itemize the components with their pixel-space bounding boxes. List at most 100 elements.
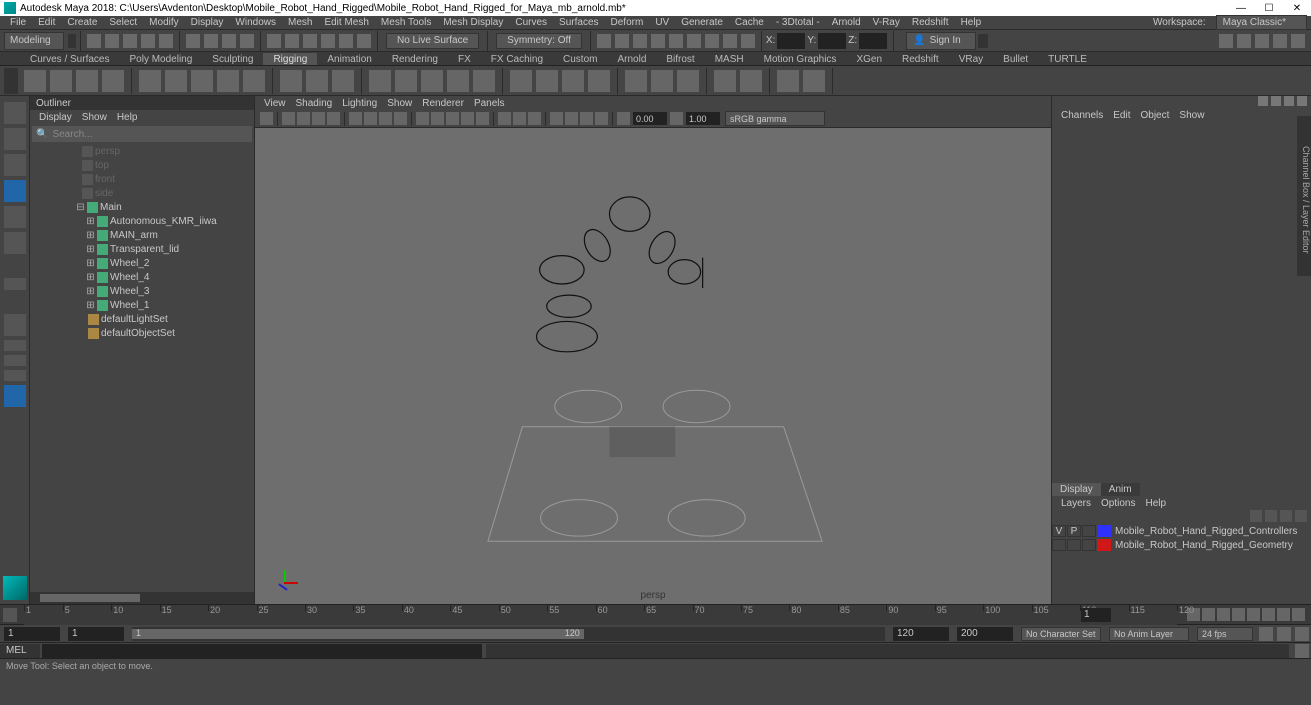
paint-select-icon[interactable]: [222, 34, 236, 48]
shelf-tab-custom[interactable]: Custom: [553, 53, 607, 65]
persp-outliner-layout-icon[interactable]: [4, 385, 26, 407]
shelf-button-0[interactable]: [24, 70, 46, 92]
render-icon[interactable]: [597, 34, 611, 48]
shelf-tab-mash[interactable]: MASH: [705, 53, 754, 65]
layer-type-toggle[interactable]: [1082, 525, 1096, 537]
menu-mesh-display[interactable]: Mesh Display: [437, 17, 509, 28]
minimize-button[interactable]: —: [1227, 0, 1255, 16]
outliner-item[interactable]: ⊞Wheel_2: [30, 256, 254, 270]
render-region-icon[interactable]: [633, 34, 647, 48]
shelf-tab-poly-modeling[interactable]: Poly Modeling: [119, 53, 202, 65]
single-view-icon[interactable]: [4, 340, 26, 351]
shelf-button-17[interactable]: [510, 70, 532, 92]
outliner-item[interactable]: ⊞Wheel_1: [30, 298, 254, 312]
smooth-icon[interactable]: [431, 112, 444, 125]
fps-selector[interactable]: 24 fps: [1197, 627, 1253, 641]
layer-menu-layers[interactable]: Layers: [1056, 498, 1096, 509]
snap-surface-icon[interactable]: [339, 34, 353, 48]
save-scene-icon[interactable]: [123, 34, 137, 48]
step-fwd-key-icon[interactable]: [1277, 608, 1290, 621]
outliner-menu-show[interactable]: Show: [77, 112, 112, 123]
shelf-button-11[interactable]: [332, 70, 354, 92]
menu-edit[interactable]: Edit: [32, 17, 61, 28]
wireframe-icon[interactable]: [416, 112, 429, 125]
menu--3dtotal-[interactable]: - 3Dtotal -: [770, 17, 826, 28]
menu-curves[interactable]: Curves: [509, 17, 553, 28]
shelf-tab-vray[interactable]: VRay: [949, 53, 993, 65]
outliner-search-input[interactable]: 🔍Search...: [32, 126, 252, 142]
prefs-icon[interactable]: [1295, 627, 1309, 641]
layer-menu-options[interactable]: Options: [1096, 498, 1140, 509]
show-lights-icon[interactable]: [550, 112, 563, 125]
open-scene-icon[interactable]: [105, 34, 119, 48]
viewport-menu-show[interactable]: Show: [382, 98, 417, 109]
rotate-tool[interactable]: [4, 206, 26, 228]
isolate-icon[interactable]: [498, 112, 511, 125]
menu-select[interactable]: Select: [103, 17, 143, 28]
outliner-item[interactable]: side: [30, 186, 254, 200]
shelf-button-22[interactable]: [651, 70, 673, 92]
lights-icon[interactable]: [461, 112, 474, 125]
select-tool[interactable]: [4, 102, 26, 124]
show-joints-icon[interactable]: [580, 112, 593, 125]
channel-box-side-tab[interactable]: Channel Box / Layer Editor: [1297, 116, 1311, 276]
shelf-editor-icon[interactable]: [4, 68, 18, 94]
outliner-item[interactable]: defaultObjectSet: [30, 326, 254, 340]
pause-icon[interactable]: [741, 34, 755, 48]
step-fwd-icon[interactable]: [1262, 608, 1275, 621]
gamma-icon[interactable]: [670, 112, 683, 125]
select-by-icon[interactable]: [186, 34, 200, 48]
playback-start-field[interactable]: 1: [68, 627, 124, 641]
workspace-selector[interactable]: Maya Classic*: [1216, 15, 1307, 30]
layer-vis-toggle[interactable]: V: [1052, 525, 1066, 537]
viewport-menu-lighting[interactable]: Lighting: [337, 98, 382, 109]
layer-play-toggle[interactable]: P: [1067, 525, 1081, 537]
channel-menu-channels[interactable]: Channels: [1056, 110, 1108, 121]
shelf-button-24[interactable]: [714, 70, 736, 92]
live-surface-button[interactable]: No Live Surface: [386, 33, 479, 49]
shelf-button-9[interactable]: [280, 70, 302, 92]
hypershade-icon[interactable]: [669, 34, 683, 48]
outliner-item[interactable]: ⊞Wheel_3: [30, 284, 254, 298]
menu-uv[interactable]: UV: [649, 17, 675, 28]
outliner-item[interactable]: ⊟Main: [30, 200, 254, 214]
toggle-chan-icon[interactable]: [1291, 34, 1305, 48]
render-setup-icon[interactable]: [687, 34, 701, 48]
shelf-button-10[interactable]: [306, 70, 328, 92]
shelf-button-6[interactable]: [191, 70, 213, 92]
layer-play-toggle[interactable]: [1067, 539, 1081, 551]
ipr-icon[interactable]: [615, 34, 629, 48]
bookmark-icon[interactable]: [282, 112, 295, 125]
current-time-field[interactable]: 1: [1081, 608, 1111, 622]
layer-down-icon[interactable]: [1265, 510, 1277, 522]
snap-live-icon[interactable]: [357, 34, 371, 48]
two-view-icon[interactable]: [4, 370, 26, 381]
menu-generate[interactable]: Generate: [675, 17, 729, 28]
shelf-button-7[interactable]: [217, 70, 239, 92]
xray-joint-icon[interactable]: [528, 112, 541, 125]
panel-ico-1[interactable]: [1258, 96, 1268, 106]
layer-type-toggle[interactable]: [1082, 539, 1096, 551]
redo-icon[interactable]: [159, 34, 173, 48]
menu-windows[interactable]: Windows: [229, 17, 282, 28]
layer-color-swatch[interactable]: [1097, 539, 1111, 551]
layer-tab-anim[interactable]: Anim: [1101, 483, 1140, 496]
shelf-button-3[interactable]: [102, 70, 124, 92]
shelf-button-1[interactable]: [50, 70, 72, 92]
step-back-key-icon[interactable]: [1202, 608, 1215, 621]
menu-mesh-tools[interactable]: Mesh Tools: [375, 17, 437, 28]
shelf-button-12[interactable]: [369, 70, 391, 92]
undo-icon[interactable]: [141, 34, 155, 48]
menu-modify[interactable]: Modify: [143, 17, 184, 28]
menu-redshift[interactable]: Redshift: [906, 17, 955, 28]
xray-icon[interactable]: [513, 112, 526, 125]
layer-menu-help[interactable]: Help: [1140, 498, 1171, 509]
menu-display[interactable]: Display: [185, 17, 230, 28]
menu-arnold[interactable]: Arnold: [826, 17, 867, 28]
play-icon[interactable]: [1247, 608, 1260, 621]
shelf-tab-turtle[interactable]: TURTLE: [1038, 53, 1097, 65]
grid-icon[interactable]: [349, 112, 362, 125]
lasso-icon[interactable]: [204, 34, 218, 48]
light-editor-icon[interactable]: [705, 34, 719, 48]
exposure-icon[interactable]: [617, 112, 630, 125]
